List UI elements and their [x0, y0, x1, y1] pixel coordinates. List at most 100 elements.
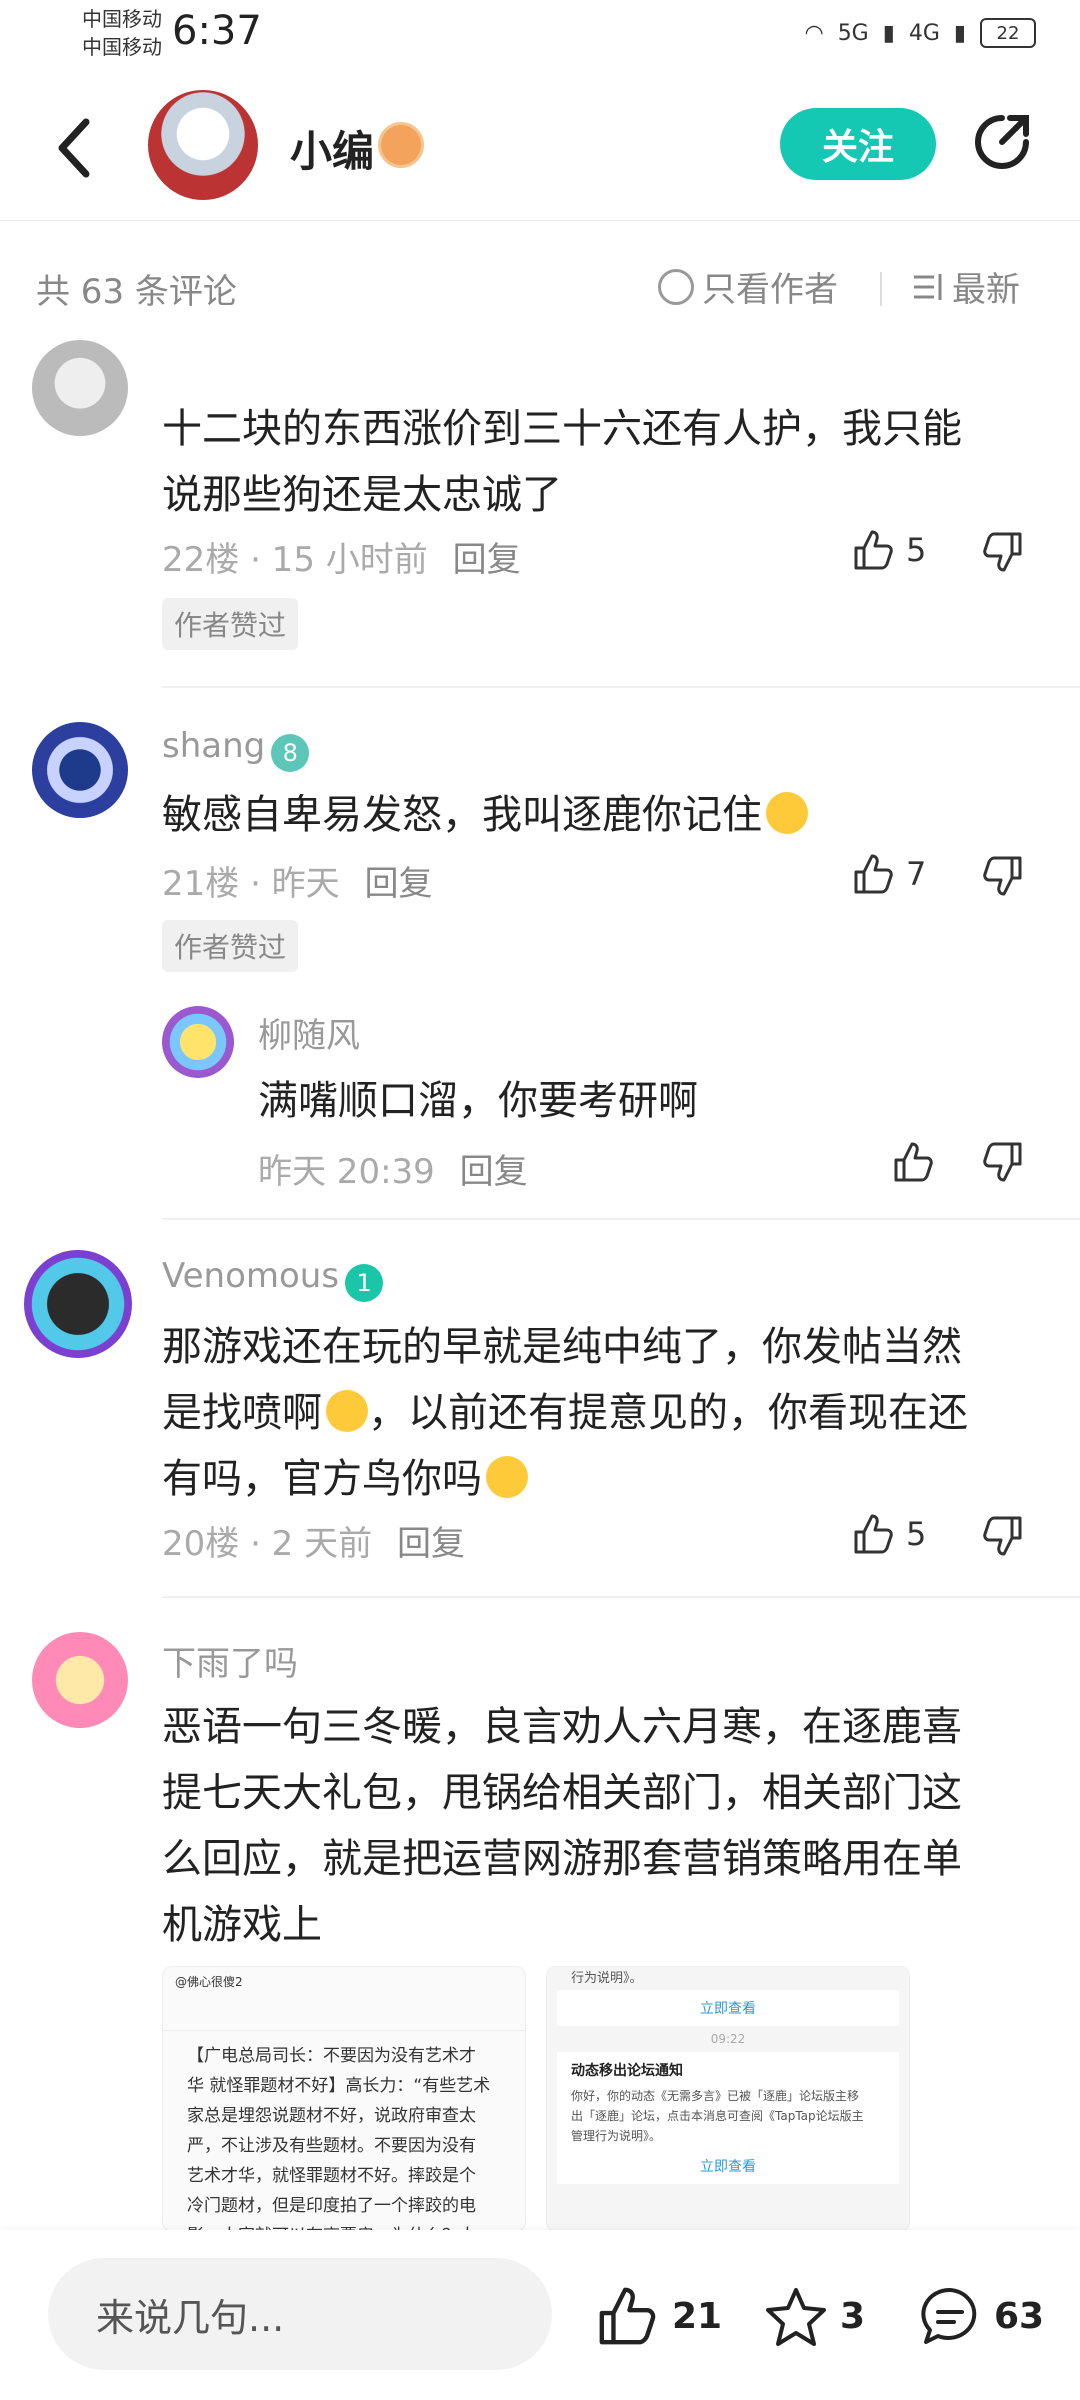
badge-icon: [378, 122, 424, 168]
thumbs-up-icon: [854, 530, 893, 570]
signal-bars-icon: ▮: [953, 20, 966, 46]
image-time: 09:22: [710, 2032, 746, 2046]
chevron-left-icon: [58, 118, 90, 178]
comment-count: 63: [994, 2295, 1045, 2337]
status-icons: ◠ 5G ▮ 4G ▮ 22: [804, 18, 1036, 48]
grin-emoji-icon: [486, 1456, 528, 1498]
like-button[interactable]: [892, 1140, 936, 1184]
comment-meta: 22楼 · 15 小时前 回复: [162, 540, 521, 580]
like-count: 21: [672, 2295, 723, 2337]
image-text: 【广电总局司长：不要因为没有艺术才 华 就怪罪题材不好】高长力：“有些艺术 家总…: [187, 2046, 491, 2231]
like-button[interactable]: 5: [852, 1512, 926, 1556]
comment-filter-bar: 共 63 条评论 只看作者 最新: [0, 222, 1080, 352]
grin-emoji-icon: [766, 792, 808, 834]
battery-icon: 22: [980, 18, 1036, 48]
back-button[interactable]: [50, 108, 110, 188]
image-link: 立即查看: [700, 2001, 756, 2017]
signal-bars-icon: ▮: [882, 20, 895, 46]
divider: [163, 1996, 525, 2031]
reply-button[interactable]: 回复: [397, 1524, 465, 1564]
reply-button[interactable]: 回复: [453, 540, 521, 580]
avatar[interactable]: [24, 1250, 132, 1358]
share-icon: [975, 115, 1029, 169]
signal-4g: 4G: [908, 20, 940, 46]
author-liked-tag: 作者赞过: [162, 598, 299, 650]
divider: [162, 686, 1080, 688]
favorite-button[interactable]: 3: [764, 2284, 865, 2348]
comment-meta: 20楼 · 2 天前 回复: [162, 1524, 465, 1564]
favorite-count: 3: [840, 2295, 866, 2337]
reply-button[interactable]: 回复: [365, 864, 433, 904]
comment-username[interactable]: Venomous 1: [162, 1256, 384, 1302]
dislike-button[interactable]: [980, 1140, 1024, 1188]
comment-meta: 21楼 · 昨天 回复: [162, 864, 433, 904]
like-post-button[interactable]: 21: [596, 2284, 722, 2348]
comment-image[interactable]: 行为说明》。 立即查看 09:22 动态移出论坛通知 你好，你的动态《无需多言》…: [546, 1966, 910, 2232]
author-name[interactable]: 小编: [290, 118, 374, 179]
comments-button[interactable]: 63: [918, 2284, 1044, 2348]
thumbs-down-icon: [983, 532, 1022, 572]
avatar[interactable]: [32, 1632, 128, 1728]
avatar[interactable]: [32, 722, 128, 818]
thumbs-up-icon: [854, 854, 893, 894]
thumbs-down-icon: [983, 1516, 1022, 1556]
radio-icon: [658, 268, 694, 305]
only-author-toggle[interactable]: 只看作者: [658, 262, 838, 311]
divider: [162, 1218, 1080, 1220]
author-liked-tag: 作者赞过: [162, 920, 299, 972]
grin-emoji-icon: [326, 1390, 368, 1432]
divider: [880, 272, 882, 306]
follow-button[interactable]: 关注: [780, 108, 936, 180]
wifi-icon: ◠: [804, 20, 824, 46]
thumbs-up-icon: [854, 1514, 893, 1554]
like-button[interactable]: 7: [852, 852, 926, 896]
reply-username[interactable]: 柳随风: [258, 1008, 360, 1057]
avatar[interactable]: [162, 1006, 234, 1078]
thumbs-down-icon: [983, 856, 1022, 896]
share-button[interactable]: [972, 112, 1032, 172]
dislike-button[interactable]: [980, 1514, 1024, 1562]
dislike-button[interactable]: [980, 530, 1024, 578]
level-badge: 1: [345, 1264, 384, 1302]
comment-text: 恶语一句三冬暖，良言劝人六月寒，在逐鹿喜 提七天大礼包，甩锅给相关部门，相关部门…: [162, 1704, 962, 1948]
comment-username[interactable]: shang 8: [162, 726, 310, 772]
level-badge: 8: [271, 734, 310, 772]
comment-image[interactable]: @佛心很傻2 【广电总局司长：不要因为没有艺术才 华 就怪罪题材不好】高长力：“…: [162, 1966, 526, 2232]
status-bar: 中国移动 中国移动 6:37 ◠ 5G ▮ 4G ▮ 22: [0, 0, 1080, 80]
author-avatar[interactable]: [148, 90, 258, 200]
sort-icon: [914, 273, 942, 300]
divider: [162, 1596, 1080, 1598]
comment-count: 共 63 条评论: [36, 272, 237, 312]
like-count: 5: [906, 531, 927, 569]
reply-meta: 昨天 20:39 回复: [258, 1152, 528, 1192]
only-author-label: 只看作者: [702, 270, 838, 310]
comment-bubble-icon: [921, 2287, 977, 2344]
thumbs-up-icon: [894, 1142, 933, 1182]
top-header: 小编 关注: [0, 80, 1080, 221]
signal-5g: 5G: [837, 20, 869, 46]
carrier-1: 中国移动: [82, 7, 162, 31]
sort-button[interactable]: 最新: [912, 262, 1020, 311]
comment-text: 十二块的东西涨价到三十六还有人护，我只能 说那些狗还是太忠诚了: [162, 406, 962, 518]
like-count: 5: [906, 1515, 927, 1553]
like-button[interactable]: 5: [852, 528, 926, 572]
clock: 6:37: [172, 8, 262, 54]
avatar[interactable]: [32, 340, 128, 436]
image-card: 动态移出论坛通知 你好，你的动态《无需多言》已被「逐鹿」论坛版主移 出「逐鹿」论…: [557, 2052, 899, 2184]
dislike-button[interactable]: [980, 854, 1024, 902]
thumbs-down-icon: [983, 1142, 1022, 1182]
image-header: @佛心很傻2: [175, 1975, 243, 1989]
reply-text: 满嘴顺口溜，你要考研啊: [258, 1078, 698, 1124]
comment-text: 敏感自卑易发怒，我叫逐鹿你记住: [162, 782, 808, 848]
comment-input[interactable]: 来说几句...: [48, 2258, 552, 2370]
image-card: 立即查看: [557, 1990, 899, 2026]
sort-label: 最新: [952, 270, 1020, 310]
star-icon: [766, 2288, 826, 2346]
carrier-2: 中国移动: [82, 35, 162, 59]
reply-button[interactable]: 回复: [460, 1152, 528, 1192]
bottom-action-bar: 来说几句... 21 3 63: [0, 2230, 1080, 2400]
comment-username[interactable]: 下雨了吗: [162, 1636, 298, 1685]
comment-text: 那游戏还在玩的早就是纯中纯了，你发帖当然 是找喷啊 ，以前还有提意见的，你看现在还…: [162, 1324, 968, 1502]
thumbs-up-icon: [599, 2287, 656, 2345]
like-count: 7: [906, 855, 927, 893]
